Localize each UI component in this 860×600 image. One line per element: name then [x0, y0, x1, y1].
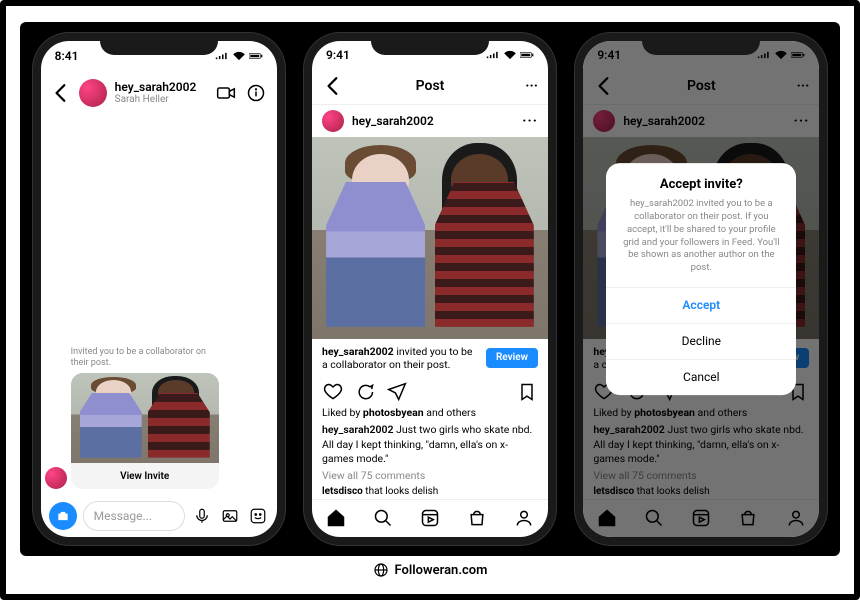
chevron-left-icon	[51, 83, 71, 103]
post-header: Post ···	[312, 68, 548, 104]
sample-comment: letsdisco that looks delish	[322, 486, 438, 497]
message-placeholder: Message...	[94, 509, 152, 523]
nav-home[interactable]	[325, 507, 347, 529]
modal-body: hey_sarah2002 invited you to be a collab…	[606, 198, 796, 287]
camera-icon	[56, 509, 70, 523]
chevron-left-icon	[323, 76, 343, 96]
sticker-icon	[249, 507, 267, 525]
review-button[interactable]: Review	[486, 348, 538, 369]
nav-profile[interactable]	[513, 507, 535, 529]
heart-icon	[323, 382, 343, 402]
back-button[interactable]	[322, 75, 344, 97]
phone-post: 9:41 Post ··· hey_sarah20	[304, 33, 556, 545]
dm-body: Invited you to be a collaborator on thei…	[41, 115, 277, 495]
signal-icon	[215, 51, 229, 61]
status-icons	[486, 50, 534, 60]
phone-dm: 8:41 hey_sarah2002 Sarah Heller	[33, 33, 285, 545]
collab-invite-message[interactable]: Invited you to be a collaborator on thei…	[71, 347, 219, 490]
like-button[interactable]	[322, 381, 344, 403]
message-avatar[interactable]	[45, 467, 67, 489]
nav-shop[interactable]	[466, 507, 488, 529]
collab-banner-text: hey_sarah2002 invited you to be a collab…	[322, 345, 478, 371]
sticker-button[interactable]	[247, 505, 269, 527]
reels-icon	[420, 508, 440, 528]
wifi-icon	[232, 51, 246, 61]
accept-button[interactable]: Accept	[606, 287, 796, 323]
shop-icon	[467, 508, 487, 528]
signal-icon	[486, 50, 500, 60]
message-input[interactable]: Message...	[83, 501, 185, 531]
comment-button[interactable]	[354, 381, 376, 403]
battery-icon	[249, 51, 263, 61]
battery-icon	[520, 50, 534, 60]
back-button[interactable]	[51, 82, 71, 104]
mic-button[interactable]	[191, 505, 213, 527]
comment-icon	[355, 382, 375, 402]
avatar[interactable]	[79, 79, 107, 107]
compose-bar: Message...	[41, 495, 277, 537]
cancel-button[interactable]: Cancel	[606, 359, 796, 395]
nav-search[interactable]	[372, 507, 394, 529]
video-call-button[interactable]	[215, 82, 237, 104]
footer-text: Followeran.com	[395, 563, 488, 578]
realname: Sarah Heller	[115, 94, 207, 105]
likes-line[interactable]: Liked by photosbyean and others	[322, 406, 538, 421]
share-button[interactable]	[386, 381, 408, 403]
post-image[interactable]	[312, 137, 548, 339]
clock: 8:41	[55, 49, 79, 63]
mic-icon	[193, 507, 211, 525]
collab-banner: hey_sarah2002 invited you to be a collab…	[312, 339, 548, 377]
globe-icon	[373, 562, 389, 578]
more-button[interactable]: ···	[525, 78, 538, 94]
post-meta: Liked by photosbyean and others hey_sara…	[312, 406, 548, 498]
bookmark-icon	[517, 382, 537, 402]
author-avatar[interactable]	[322, 110, 344, 132]
post-caption: hey_sarah2002 Just two girls who skate n…	[322, 423, 532, 465]
photo-button[interactable]	[219, 505, 241, 527]
camera-button[interactable]	[49, 502, 77, 530]
page-title: Post	[416, 78, 445, 94]
footer-watermark: Followeran.com	[20, 556, 840, 584]
username: hey_sarah2002	[115, 81, 207, 94]
view-invite-button[interactable]: View Invite	[71, 463, 219, 489]
post-more-button[interactable]: ···	[522, 113, 538, 129]
nav-reels[interactable]	[419, 507, 441, 529]
save-button[interactable]	[516, 381, 538, 403]
photo-icon	[221, 507, 239, 525]
profile-icon	[514, 508, 534, 528]
dm-header: hey_sarah2002 Sarah Heller	[41, 71, 277, 115]
view-all-comments[interactable]: View all 75 comments	[322, 469, 538, 484]
invite-caption: Invited you to be a collaborator on thei…	[71, 347, 219, 370]
stage: 8:41 hey_sarah2002 Sarah Heller	[20, 22, 840, 556]
notch	[371, 33, 489, 55]
notch	[100, 33, 218, 55]
status-icons	[215, 51, 263, 61]
post-author-row: hey_sarah2002 ···	[312, 105, 548, 138]
home-icon	[326, 508, 346, 528]
bottom-nav	[312, 499, 548, 537]
accept-invite-modal: Accept invite? hey_sarah2002 invited you…	[606, 163, 796, 395]
dm-names[interactable]: hey_sarah2002 Sarah Heller	[115, 81, 207, 105]
clock: 9:41	[326, 48, 350, 62]
send-icon	[387, 382, 407, 402]
wifi-icon	[503, 50, 517, 60]
invite-thumbnail	[71, 373, 219, 463]
decline-button[interactable]: Decline	[606, 323, 796, 359]
notch	[642, 33, 760, 55]
info-icon	[246, 83, 266, 103]
modal-title: Accept invite?	[606, 163, 796, 198]
post-actions	[312, 377, 548, 406]
author-username[interactable]: hey_sarah2002	[352, 114, 514, 128]
video-icon	[216, 83, 236, 103]
search-icon	[373, 508, 393, 528]
phone-modal: 9:41 Post ··· hey_sarah20	[575, 33, 827, 545]
info-button[interactable]	[245, 82, 267, 104]
